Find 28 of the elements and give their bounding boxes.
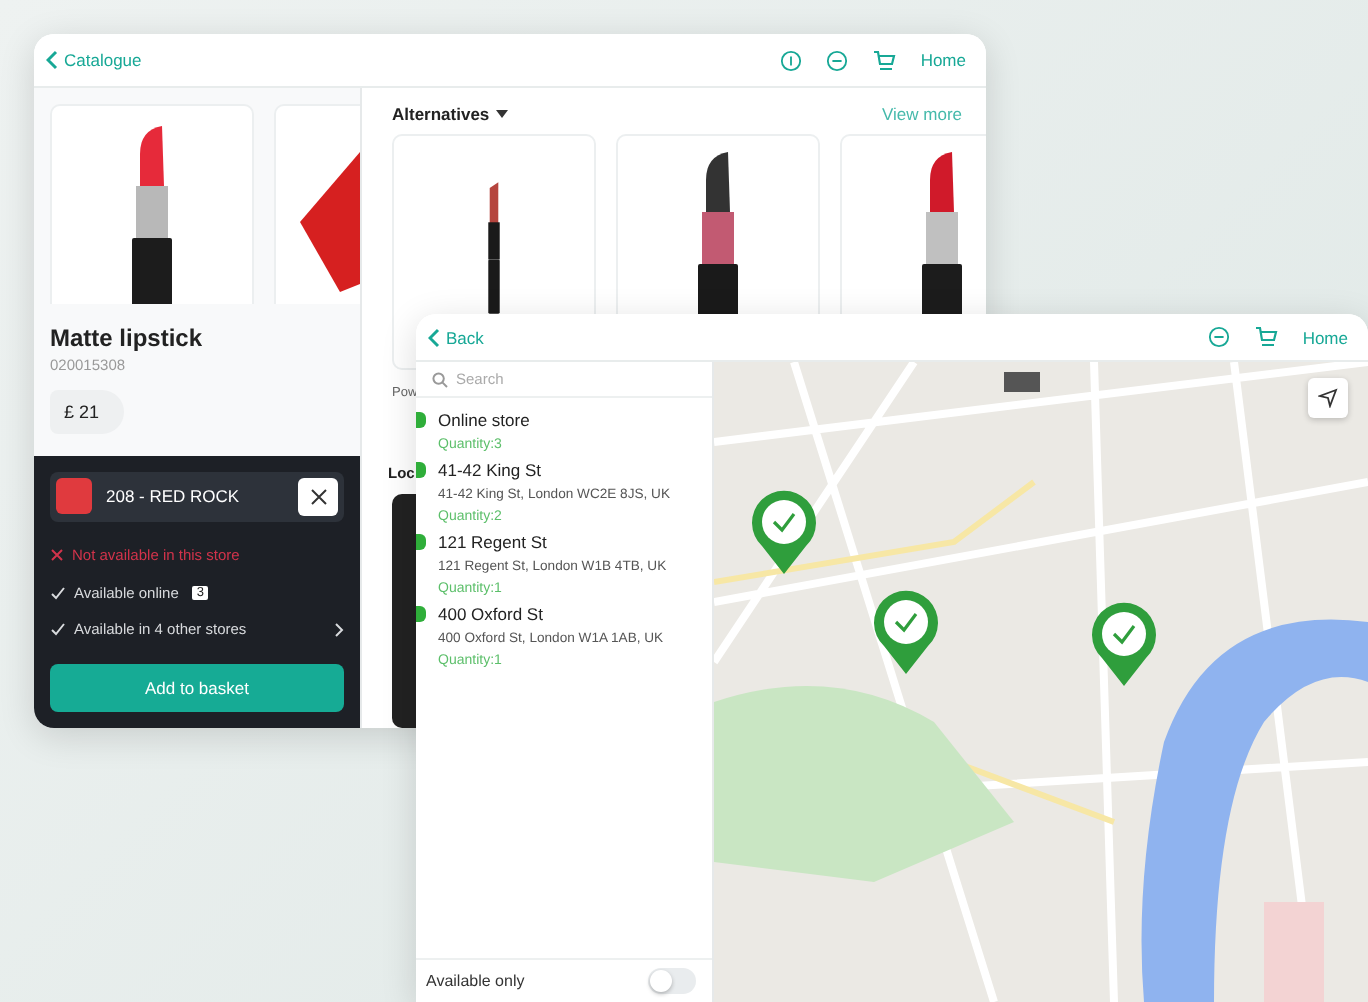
close-icon: [309, 487, 327, 505]
clear-button[interactable]: [298, 477, 338, 515]
toggle-switch[interactable]: [648, 968, 696, 994]
alternatives-dropdown[interactable]: Alternatives: [392, 104, 490, 124]
store-name: 121 Regent St: [438, 532, 549, 552]
map-pin-icon[interactable]: [750, 488, 818, 576]
search-icon: [432, 371, 448, 387]
back-icon: [428, 327, 440, 347]
price-tag: £ 21: [50, 389, 124, 433]
back-icon: [46, 50, 58, 70]
caret-icon: [495, 110, 508, 118]
filter-label: Available only: [426, 972, 527, 990]
color-swatch: [56, 478, 92, 514]
check-icon: [50, 585, 66, 600]
cross-icon: [50, 548, 64, 563]
chevron-right-icon[interactable]: [334, 621, 344, 638]
variant-label: 208 - RED ROCK: [106, 486, 242, 506]
check-icon: [50, 622, 66, 637]
lipstick-case-drawing: [300, 152, 360, 292]
variant-selector[interactable]: 208 - RED ROCK: [50, 471, 344, 521]
navigation-arrow-icon: [1318, 388, 1338, 408]
store-name: 41-42 King St: [438, 460, 544, 480]
store-name: 400 Oxford St: [438, 604, 545, 624]
store-name: Online store: [438, 410, 532, 430]
map-pin-icon[interactable]: [1090, 600, 1158, 688]
locate-button[interactable]: [1308, 378, 1348, 418]
product-name: Matte lipstick: [50, 323, 205, 351]
map-pin-icon[interactable]: [872, 588, 940, 676]
